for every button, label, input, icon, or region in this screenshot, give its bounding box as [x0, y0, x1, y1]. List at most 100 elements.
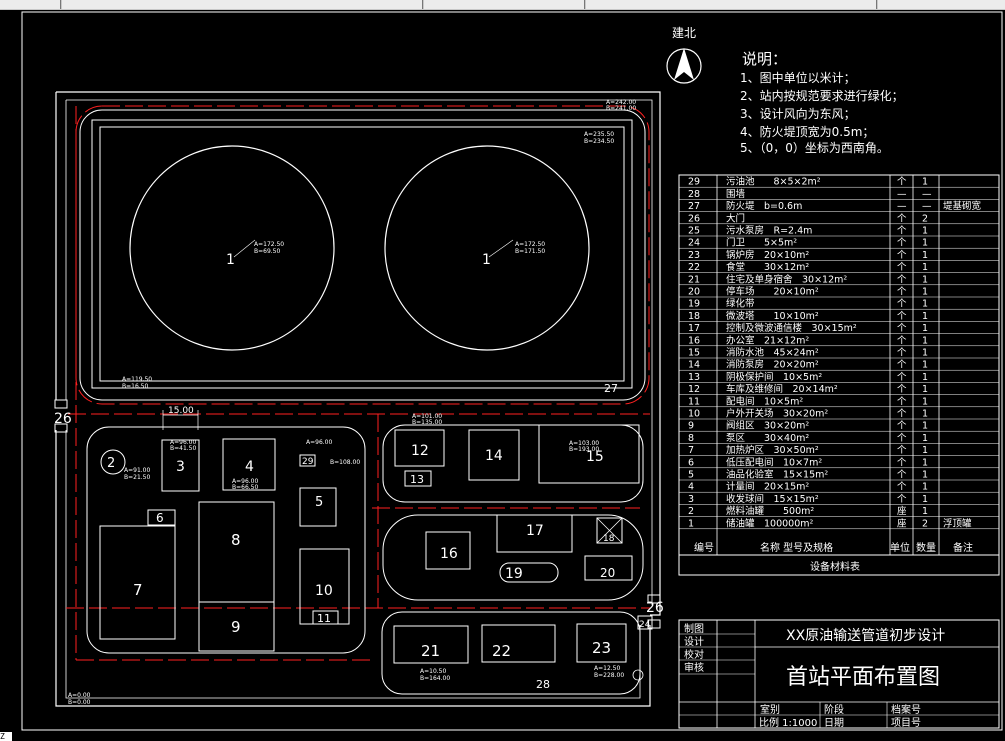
- building-label: 2: [107, 456, 115, 471]
- coord-b: B=0.00: [68, 699, 91, 706]
- building-label: 26: [54, 411, 72, 427]
- table-cell-name: 污油池 8×5×2m²: [726, 176, 821, 188]
- building-label: 1: [226, 252, 235, 268]
- table-cell-qty: 1: [922, 238, 928, 249]
- coord-b: B=41.50: [170, 445, 197, 452]
- table-cell-name: 泵区 30×40m²: [726, 433, 809, 444]
- building-label: 18: [603, 534, 615, 544]
- table-cell-unit: 个: [897, 470, 907, 481]
- table-cell-no: 8: [688, 433, 694, 444]
- table-cell-qty: 2: [922, 213, 928, 224]
- dimension-label: 15.00: [168, 406, 194, 416]
- note-item: 5、（0，0）坐标为西南角。: [740, 140, 889, 155]
- role-label: 审核: [684, 661, 704, 674]
- footer-dept: 室别: [760, 703, 780, 716]
- table-cell-unit: 个: [897, 482, 907, 493]
- project-title: XX原油输送管道初步设计: [786, 627, 945, 644]
- toolbar-segment[interactable]: [424, 0, 585, 9]
- table-cell-no: 23: [688, 250, 700, 261]
- table-cell-no: 27: [688, 201, 700, 212]
- table-cell-name: 办公室 21×12m²: [726, 334, 809, 346]
- table-cell-no: 7: [688, 445, 694, 456]
- table-cell-name: 消防泵房 20×20m²: [726, 359, 819, 371]
- coord-b: B=234.50: [584, 138, 614, 145]
- table-cell-qty: 1: [922, 506, 928, 517]
- table-cell-remark: 浮顶罐: [943, 517, 972, 529]
- toolbar-segment[interactable]: [62, 0, 423, 9]
- table-cell-unit: 个: [897, 348, 907, 359]
- table-cell-name: 配电间 10×5m²: [726, 395, 803, 407]
- notes-title: 说明：: [742, 50, 787, 68]
- table-cell-qty: 1: [922, 396, 928, 407]
- table-cell-no: 28: [688, 189, 700, 200]
- coord-b: B=241.00: [606, 105, 636, 112]
- note-item: 3、设计风向为东风；: [740, 106, 856, 121]
- building-label: 24: [639, 620, 651, 630]
- building-label: 4: [245, 459, 254, 475]
- table-cell-no: 25: [688, 226, 700, 237]
- drawing-canvas[interactable]: 建北 说明： 1、图中单位以米计； 2、站内按规范要求进行绿化； 3、设计风向为…: [0, 10, 1005, 732]
- table-cell-qty: 1: [922, 470, 928, 481]
- table-cell-name: 住宅及单身宿舍 30×12m²: [726, 273, 847, 285]
- table-cell-no: 17: [688, 323, 700, 334]
- coord-b: B=16.50: [122, 383, 149, 390]
- table-cell-unit: 个: [897, 311, 907, 322]
- table-cell-qty: 1: [922, 177, 928, 188]
- table-cell-name: 收发球间 15×15m²: [726, 493, 819, 505]
- building-label: 21: [421, 642, 440, 660]
- building-label: 29: [302, 457, 314, 467]
- building-label: 19: [505, 566, 523, 582]
- role-label: 制图: [684, 622, 704, 635]
- drawing-title: 首站平面布置图: [786, 665, 940, 690]
- header-remark: 备注: [953, 541, 973, 554]
- table-cell-no: 20: [688, 287, 700, 298]
- building-label: 17: [526, 523, 544, 539]
- table-cell-unit: 个: [897, 250, 907, 261]
- table-cell-unit: 个: [897, 323, 907, 334]
- table-cell-unit: 个: [897, 384, 907, 395]
- table-cell-qty: 1: [922, 226, 928, 237]
- table-cell-name: 食堂 30×12m²: [726, 261, 809, 273]
- table-cell-no: 5: [688, 470, 694, 481]
- note-item: 4、防火堤顶宽为0.5m；: [740, 124, 874, 139]
- table-cell-no: 24: [688, 238, 700, 249]
- table-cell-qty: —: [922, 201, 932, 212]
- table-cell-qty: 1: [922, 360, 928, 371]
- coord-b: B=69.50: [254, 248, 281, 255]
- table-cell-remark: 堤基砌宽: [943, 200, 982, 212]
- coord-a: A=0.00: [68, 692, 91, 699]
- table-cell-qty: 1: [922, 262, 928, 273]
- table-cell-unit: —: [897, 201, 907, 212]
- coord-b: B=108.00: [330, 459, 360, 466]
- coord-b: B=193.00: [569, 446, 599, 453]
- coord-a: A=172.50: [515, 241, 545, 248]
- table-cell-name: 储油罐 100000m²: [726, 517, 814, 529]
- table-cell-unit: 个: [897, 299, 907, 310]
- toolbar-segment[interactable]: [878, 0, 1005, 9]
- note-item: 2、站内按规范要求进行绿化；: [740, 88, 904, 103]
- header-unit: 单位: [890, 541, 910, 554]
- table-cell-qty: 1: [922, 409, 928, 420]
- command-indicator: Z: [0, 732, 12, 741]
- table-cell-name: 阀组区 30×20m²: [726, 420, 809, 432]
- table-cell-qty: —: [922, 189, 932, 200]
- building-label: 27: [604, 382, 618, 395]
- table-cell-unit: 个: [897, 409, 907, 420]
- toolbar-segment[interactable]: [0, 0, 61, 9]
- building-label: 13: [410, 473, 424, 486]
- table-cell-unit: —: [897, 189, 907, 200]
- table-cell-name: 锅炉房 20×10m²: [726, 249, 809, 261]
- table-cell-name: 低压配电间 10×7m²: [726, 456, 822, 468]
- table-cell-unit: 个: [897, 445, 907, 456]
- table-cell-name: 停车场 20×10m²: [726, 286, 819, 298]
- table-cell-name: 车库及维修间 20×14m²: [726, 383, 838, 395]
- table-cell-qty: 2: [922, 518, 928, 529]
- coord-b: B=135.00: [412, 419, 442, 426]
- coord-a: A=172.50: [254, 241, 284, 248]
- coord-b: B=171.50: [515, 248, 545, 255]
- building-label: 28: [536, 678, 550, 691]
- toolbar-segment[interactable]: [586, 0, 877, 9]
- table-cell-unit: 个: [897, 262, 907, 273]
- table-cell-unit: 个: [897, 421, 907, 432]
- table-cell-unit: 个: [897, 177, 907, 188]
